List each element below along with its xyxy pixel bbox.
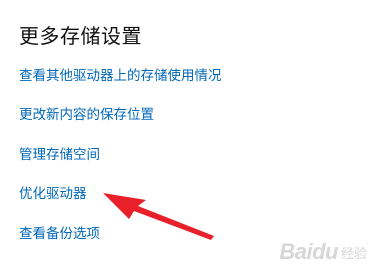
view-backup-options-link[interactable]: 查看备份选项 [19,225,100,243]
optimize-drives-link[interactable]: 优化驱动器 [19,185,87,203]
watermark-brand: Baidu [279,239,338,264]
manage-storage-spaces-link[interactable]: 管理存储空间 [19,146,100,164]
baidu-jingyan-watermark: Baidu 经验 [279,239,367,265]
section-title: 更多存储设置 [19,24,142,48]
change-save-location-link[interactable]: 更改新内容的保存位置 [19,106,154,124]
watermark-sub: 经验 [340,245,367,261]
view-other-drives-storage-link[interactable]: 查看其他驱动器上的存储使用情况 [19,67,222,85]
